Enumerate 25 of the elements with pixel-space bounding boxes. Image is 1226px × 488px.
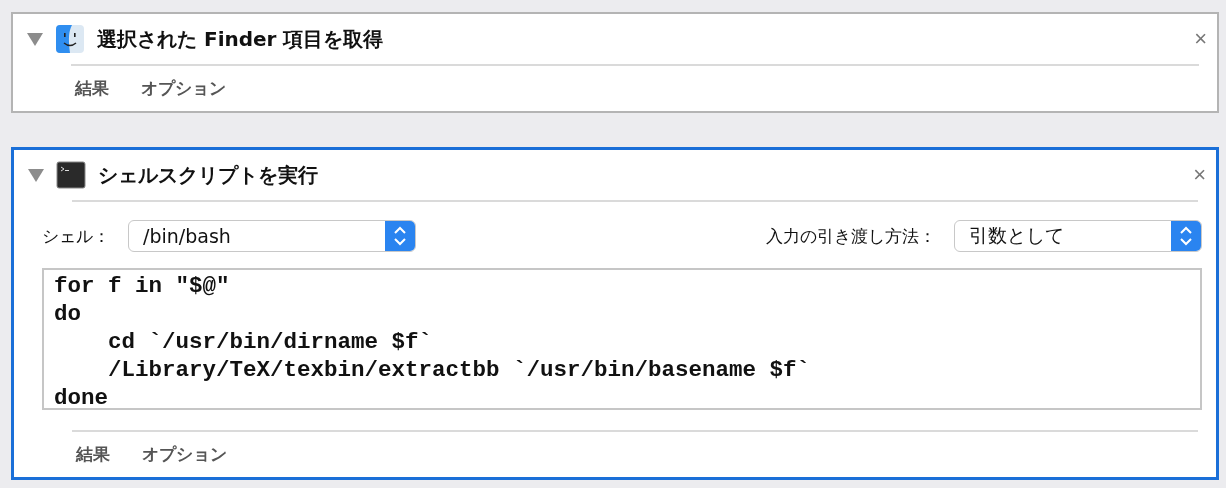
terminal-icon <box>56 160 86 190</box>
stepper-icon <box>1171 221 1201 251</box>
close-button[interactable]: × <box>1193 164 1206 186</box>
close-button[interactable]: × <box>1194 28 1207 50</box>
disclosure-triangle-icon[interactable] <box>27 32 43 46</box>
setting-label: シェル： <box>42 224 110 248</box>
action-title: 選択された Finder 項目を取得 <box>97 25 385 53</box>
code-line: /Library/TeX/texbin/extractbb `/usr/bin/basename $f` <box>107 356 812 384</box>
action-card[interactable]: シェルスクリプトを実行 × シェル： /bin/bash 入力の引き渡し方法： 引数として for f in "$@" do cd `/usr/bin/dirname $f` /Library/TeX/texbin/extractbb `/usr/bin/basename $f` done 結果 オプション <box>11 147 1219 480</box>
setting-label: 入力の引き渡し方法： <box>766 224 936 248</box>
popup-menu[interactable]: /bin/bash <box>128 220 416 252</box>
tab[interactable]: オプション <box>142 443 227 466</box>
code-line: do <box>54 300 82 328</box>
tab[interactable]: 結果 <box>76 443 110 466</box>
stepper-icon <box>385 221 415 251</box>
tab[interactable]: オプション <box>141 77 226 100</box>
action-title: シェルスクリプトを実行 <box>98 161 319 189</box>
popup-menu[interactable]: 引数として <box>954 220 1202 252</box>
finder-icon <box>55 24 85 54</box>
code-line: cd `/usr/bin/dirname $f` <box>107 328 434 356</box>
code-line: done <box>54 384 109 412</box>
tab[interactable]: 結果 <box>75 77 109 100</box>
script-editor[interactable]: for f in "$@" do cd `/usr/bin/dirname $f` /Library/TeX/texbin/extractbb `/usr/bin/basename $f` done <box>42 268 1202 410</box>
action-card[interactable]: 選択された Finder 項目を取得 × 結果 オプション <box>11 12 1219 113</box>
code-line: for f in "$@" <box>54 272 231 300</box>
